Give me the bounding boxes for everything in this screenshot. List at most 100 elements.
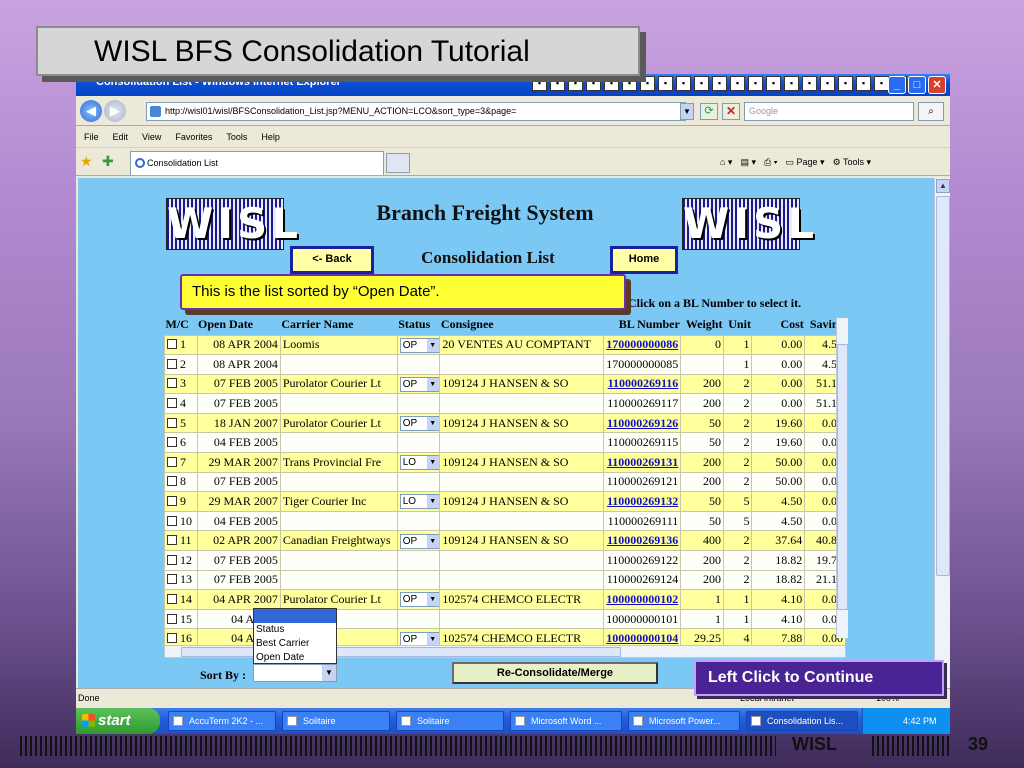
col-bl-number[interactable]: BL Number [603, 315, 681, 335]
reconsolidate-merge-button[interactable]: Re-Consolidate/Merge [452, 662, 658, 684]
toolbar-icon[interactable]: ▪ [694, 76, 709, 91]
menu-edit[interactable]: Edit [113, 126, 129, 147]
menu-file[interactable]: File [84, 126, 99, 147]
print-icon[interactable]: ⎙ ▾ [764, 154, 777, 170]
toolbar-icon[interactable]: ▪ [748, 76, 763, 91]
back-button[interactable]: <- Back [290, 246, 374, 274]
page-menu[interactable]: ▭ Page ▾ [785, 154, 824, 170]
toolbar-icon[interactable]: ▪ [568, 76, 583, 91]
feeds-icon[interactable]: ▤ ▾ [740, 154, 756, 170]
row-checkbox[interactable] [167, 515, 177, 526]
continue-button[interactable]: Left Click to Continue [694, 660, 944, 696]
row-checkbox[interactable] [167, 339, 177, 350]
status-select[interactable]: OP ▼ [399, 416, 439, 432]
search-input[interactable]: Google [744, 102, 914, 121]
menu-tools[interactable]: Tools [226, 126, 247, 147]
toolbar-icon[interactable]: ▪ [802, 76, 817, 91]
chevron-down-icon[interactable]: ▼ [426, 377, 439, 391]
bl-number-link[interactable]: 100000000102 [606, 592, 678, 606]
toolbar-icon[interactable]: ▪ [820, 76, 835, 91]
toolbar-icon[interactable]: ▪ [604, 76, 619, 91]
bl-number-link[interactable]: 110000269116 [608, 376, 679, 390]
chevron-down-icon[interactable]: ▼ [426, 456, 439, 470]
row-checkbox[interactable] [167, 358, 177, 369]
row-checkbox[interactable] [167, 476, 177, 487]
col-status[interactable]: Status [397, 315, 440, 335]
chevron-down-icon[interactable]: ▼ [426, 593, 439, 607]
refresh-icon[interactable]: ⟳ [700, 103, 718, 120]
bl-number-link[interactable]: 110000269136 [607, 533, 678, 547]
row-checkbox[interactable] [167, 398, 177, 409]
status-select[interactable]: LO ▼ [399, 494, 439, 510]
menu-help[interactable]: Help [261, 126, 280, 147]
clock[interactable]: 4:42 PM [903, 716, 937, 726]
search-icon[interactable]: ⌕ [918, 102, 944, 121]
home-icon[interactable]: ⌂ ▾ [720, 154, 732, 170]
chevron-down-icon[interactable]: ▼ [322, 665, 336, 681]
chevron-down-icon[interactable]: ▼ [426, 632, 439, 645]
toolbar-icon[interactable]: ▪ [784, 76, 799, 91]
toolbar-icon[interactable]: ▪ [676, 76, 691, 91]
minimize-icon[interactable]: _ [888, 76, 906, 94]
col-cost[interactable]: Cost [751, 315, 805, 335]
tools-menu[interactable]: ⚙ Tools ▾ [833, 154, 871, 170]
status-select[interactable]: OP ▼ [399, 337, 439, 353]
task-consolidation-list[interactable]: Consolidation Lis... [746, 711, 858, 731]
sort-option-status[interactable]: Status [254, 623, 336, 637]
url-field[interactable]: http://wisl01/wisl/BFSConsolidation_List… [146, 102, 686, 121]
chevron-down-icon[interactable]: ▼ [426, 534, 439, 548]
toolbar-icon[interactable]: ▪ [766, 76, 781, 91]
task-solitaire-1[interactable]: Solitaire [282, 711, 390, 731]
grid-hscroll-thumb[interactable] [181, 647, 621, 657]
bl-number-link[interactable]: 100000000104 [606, 631, 678, 645]
task-word[interactable]: Microsoft Word ... [510, 711, 622, 731]
row-checkbox[interactable] [167, 633, 177, 644]
col-open-date[interactable]: Open Date [197, 315, 281, 335]
task-powerpoint[interactable]: Microsoft Power... [628, 711, 740, 731]
chevron-down-icon[interactable]: ▼ [426, 338, 439, 352]
tab-consolidation-list[interactable]: Consolidation List [130, 151, 384, 175]
forward-arrow-icon[interactable]: ▶ [104, 100, 126, 122]
status-select[interactable]: OP ▼ [399, 631, 439, 645]
bl-number-link[interactable]: 170000000086 [606, 337, 678, 351]
maximize-icon[interactable]: □ [908, 76, 926, 94]
bl-number-link[interactable]: 110000269131 [607, 455, 678, 469]
row-checkbox[interactable] [167, 417, 177, 428]
toolbar-icon[interactable]: ▪ [640, 76, 655, 91]
row-checkbox[interactable] [167, 594, 177, 605]
task-accuterm[interactable]: AccuTerm 2K2 - ... [168, 711, 276, 731]
toolbar-icon[interactable]: ▪ [730, 76, 745, 91]
home-button[interactable]: Home [610, 246, 678, 274]
status-select[interactable]: LO ▼ [399, 455, 439, 471]
bl-number-link[interactable]: 110000269132 [607, 494, 678, 508]
row-checkbox[interactable] [167, 378, 177, 389]
status-select[interactable]: OP ▼ [399, 376, 439, 392]
page-vertical-scrollbar[interactable]: ▲ [934, 178, 950, 688]
row-checkbox[interactable] [167, 574, 177, 585]
menu-favorites[interactable]: Favorites [175, 126, 212, 147]
col-weight[interactable]: Weight [680, 315, 724, 335]
sort-option-open-date[interactable]: Open Date [254, 651, 336, 665]
task-solitaire-2[interactable]: Solitaire [396, 711, 504, 731]
toolbar-icon[interactable]: ▪ [622, 76, 637, 91]
sort-option-blank[interactable] [254, 609, 336, 623]
toolbar-icon[interactable]: ▪ [586, 76, 601, 91]
sort-by-select[interactable]: ▼ [253, 664, 337, 682]
stop-icon[interactable]: ✕ [722, 103, 740, 120]
col-consignee[interactable]: Consignee [439, 315, 604, 335]
row-checkbox[interactable] [167, 535, 177, 546]
row-checkbox[interactable] [167, 437, 177, 448]
toolbar-icon[interactable]: ▪ [712, 76, 727, 91]
page-scroll-thumb[interactable] [936, 196, 950, 576]
row-checkbox[interactable] [167, 456, 177, 467]
sort-option-best-carrier[interactable]: Best Carrier [254, 637, 336, 651]
chevron-down-icon[interactable]: ▼ [426, 417, 439, 431]
favorites-star-icon[interactable]: ★ [80, 153, 93, 170]
back-arrow-icon[interactable]: ◀ [80, 100, 102, 122]
row-checkbox[interactable] [167, 554, 177, 565]
col-unit[interactable]: Unit [723, 315, 752, 335]
scroll-up-icon[interactable]: ▲ [936, 179, 950, 193]
row-checkbox[interactable] [167, 613, 177, 624]
menu-view[interactable]: View [142, 126, 161, 147]
col-carrier-name[interactable]: Carrier Name [280, 315, 398, 335]
